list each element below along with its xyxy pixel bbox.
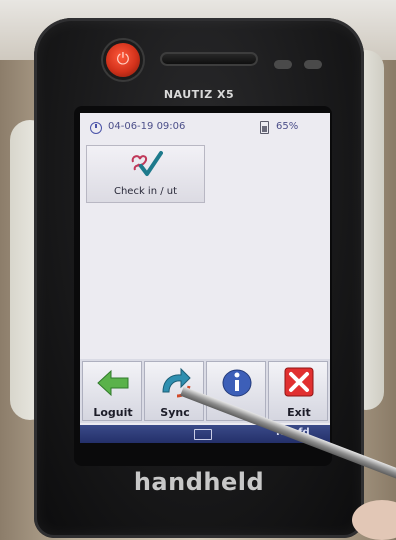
- exit-label: Exit: [287, 406, 311, 419]
- finger: [352, 500, 396, 540]
- bottom-toolbar: Loguit Sync Exit: [80, 359, 330, 423]
- status-led: [274, 60, 292, 69]
- power-button[interactable]: ⏻: [106, 43, 140, 77]
- status-led: [304, 60, 322, 69]
- logout-label: Loguit: [93, 406, 133, 419]
- check-in-icon: [131, 151, 163, 176]
- keyboard-icon[interactable]: [194, 429, 212, 440]
- clock-icon: [90, 122, 102, 134]
- battery-icon: [260, 121, 269, 134]
- exit-button[interactable]: Exit: [268, 361, 328, 421]
- check-in-out-tile[interactable]: Check in / ut: [86, 145, 205, 203]
- datetime-text: 04-06-19 09:06: [108, 121, 186, 132]
- battery-percent: 65%: [276, 121, 299, 132]
- logout-button[interactable]: Loguit: [82, 361, 142, 421]
- sync-label: Sync: [160, 406, 190, 419]
- speaker-grille: [160, 52, 258, 66]
- status-bar: 04-06-19 09:06 65%: [80, 113, 330, 139]
- back-arrow-icon: [97, 369, 129, 397]
- power-icon: ⏻: [116, 49, 130, 68]
- brand-label: handheld: [133, 468, 265, 496]
- model-label: NAUTIZ X5: [163, 88, 235, 101]
- check-in-out-label: Check in / ut: [113, 186, 178, 197]
- info-icon: [222, 369, 252, 397]
- exit-icon: [284, 367, 314, 397]
